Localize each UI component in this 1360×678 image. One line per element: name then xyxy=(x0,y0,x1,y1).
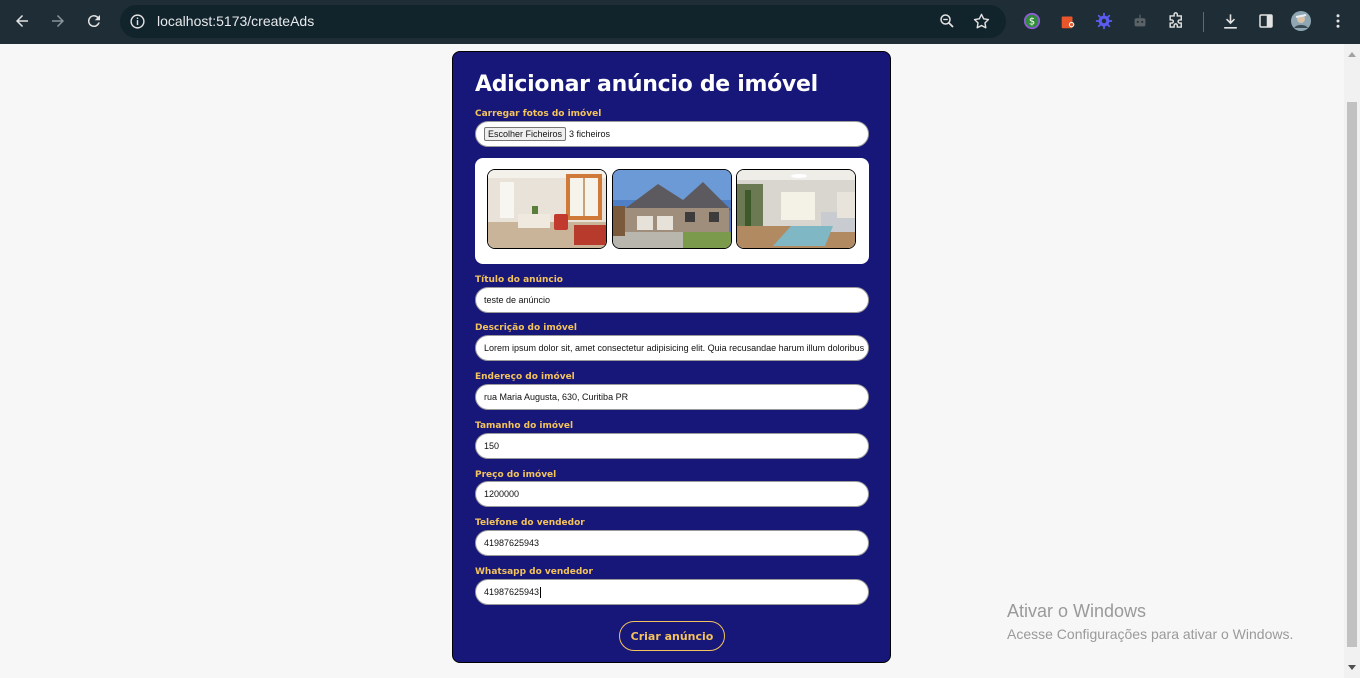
photo-preview-living-room xyxy=(487,169,607,249)
choose-files-button[interactable]: Escolher Ficheiros xyxy=(484,127,567,141)
field-label-description: Descrição do imóvel xyxy=(475,323,577,333)
address-bar[interactable]: localhost:5173/createAds xyxy=(120,5,1006,38)
watermark-subtitle: Acesse Configurações para ativar o Windo… xyxy=(1007,626,1294,642)
scroll-down-arrow-icon[interactable] xyxy=(1348,665,1356,670)
price-input[interactable]: 1200000 xyxy=(475,481,869,507)
site-info-icon[interactable] xyxy=(129,13,146,30)
field-label-title: Título do anúncio xyxy=(475,275,563,285)
photo-preview-panel xyxy=(475,158,869,264)
form-title: Adicionar anúncio de imóvel xyxy=(475,72,818,97)
field-label-price: Preço do imóvel xyxy=(475,470,557,480)
side-panel-icon[interactable] xyxy=(1256,11,1276,31)
extension-bag-icon[interactable] xyxy=(1058,11,1078,31)
text-caret xyxy=(540,586,542,598)
photo-preview-interior xyxy=(736,169,856,249)
extension-gear-icon[interactable] xyxy=(1094,11,1114,31)
profile-avatar[interactable] xyxy=(1291,11,1311,31)
whatsapp-input[interactable]: 41987625943 xyxy=(475,579,869,605)
field-label-phone: Telefone do vendedor xyxy=(475,518,585,528)
back-button[interactable] xyxy=(6,5,38,37)
field-label-whatsapp: Whatsapp do vendedor xyxy=(475,567,593,577)
page-scrollbar[interactable] xyxy=(1344,44,1360,678)
file-status: 3 ficheiros xyxy=(569,129,611,139)
zoom-icon[interactable] xyxy=(938,12,956,30)
size-input[interactable]: 150 xyxy=(475,433,869,459)
photo-preview-house-exterior xyxy=(612,169,732,249)
svg-text:$: $ xyxy=(1029,17,1035,28)
photos-file-input[interactable]: Escolher Ficheiros 3 ficheiros xyxy=(475,121,869,147)
toolbar-separator xyxy=(1203,12,1204,32)
scrollbar-thumb[interactable] xyxy=(1347,102,1357,647)
create-ad-button[interactable]: Criar anúncio xyxy=(619,621,725,651)
arrow-right-icon xyxy=(52,15,64,27)
extension-dollar-icon[interactable]: $ xyxy=(1022,11,1042,31)
description-input[interactable]: Lorem ipsum dolor sit, amet consectetur … xyxy=(475,335,869,361)
title-input[interactable]: teste de anúncio xyxy=(475,287,869,313)
scroll-up-arrow-icon[interactable] xyxy=(1348,52,1356,57)
address-input[interactable]: rua Maria Augusta, 630, Curitiba PR xyxy=(475,384,869,410)
browser-toolbar: localhost:5173/createAds $ xyxy=(0,0,1360,44)
reload-button[interactable] xyxy=(78,5,110,37)
page-viewport: Adicionar anúncio de imóvel Carregar fot… xyxy=(0,44,1344,678)
windows-activation-watermark: Ativar o Windows Acesse Configurações pa… xyxy=(1007,601,1293,642)
download-icon[interactable] xyxy=(1220,11,1240,31)
browser-menu-icon[interactable] xyxy=(1328,11,1348,31)
arrow-left-icon xyxy=(16,15,28,27)
phone-input[interactable]: 41987625943 xyxy=(475,530,869,556)
bookmark-star-icon[interactable] xyxy=(972,12,991,31)
photos-label: Carregar fotos do imóvel xyxy=(475,109,602,119)
whatsapp-value: 41987625943 xyxy=(484,587,540,597)
field-label-address: Endereço do imóvel xyxy=(475,372,575,382)
field-label-size: Tamanho do imóvel xyxy=(475,421,574,431)
create-ad-form: Adicionar anúncio de imóvel Carregar fot… xyxy=(452,51,891,663)
reload-icon xyxy=(87,15,100,28)
extensions-puzzle-icon[interactable] xyxy=(1166,11,1186,31)
extension-robot-icon[interactable] xyxy=(1130,11,1150,31)
forward-button[interactable] xyxy=(42,5,74,37)
url-text[interactable]: localhost:5173/createAds xyxy=(157,13,314,29)
watermark-title: Ativar o Windows xyxy=(1007,601,1147,621)
